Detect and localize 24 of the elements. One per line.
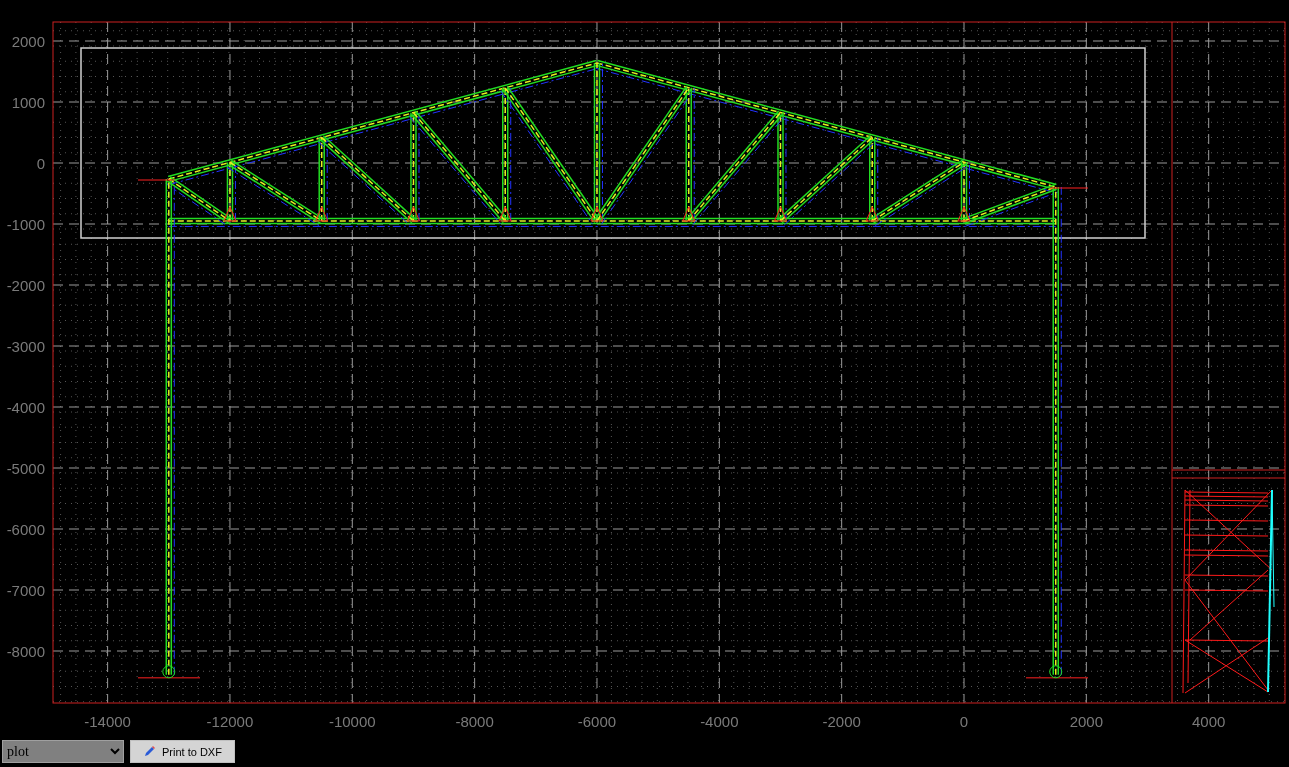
x-axis-label: -8000 — [455, 713, 494, 730]
x-axis-label: 2000 — [1069, 713, 1104, 730]
x-axis-label: -4000 — [700, 713, 739, 730]
y-axis-label: 1000 — [11, 94, 45, 111]
pencil-icon — [143, 745, 156, 758]
y-axis-label: -1000 — [6, 216, 45, 233]
y-axis-label: -4000 — [6, 399, 45, 416]
y-axis-label: -3000 — [6, 338, 45, 355]
y-axis-label: -8000 — [6, 643, 45, 660]
y-axis-label: -2000 — [6, 277, 45, 294]
x-axis-label: -2000 — [822, 713, 861, 730]
y-axis-label: 2000 — [11, 33, 45, 50]
y-axis-label: -6000 — [6, 521, 45, 538]
x-axis-label: 0 — [959, 713, 969, 730]
view-select[interactable]: plot — [2, 740, 124, 763]
x-axis-label: -14000 — [84, 713, 131, 730]
x-axis-label: -10000 — [328, 713, 376, 730]
x-axis-label: -12000 — [206, 713, 254, 730]
y-axis-label: -7000 — [6, 582, 45, 599]
y-axis-label: -5000 — [6, 460, 45, 477]
print-button[interactable]: Print to DXF — [130, 740, 235, 763]
x-axis-label: 4000 — [1192, 713, 1226, 730]
y-axis-label: 0 — [36, 155, 45, 172]
x-axis-label: -6000 — [577, 713, 617, 730]
